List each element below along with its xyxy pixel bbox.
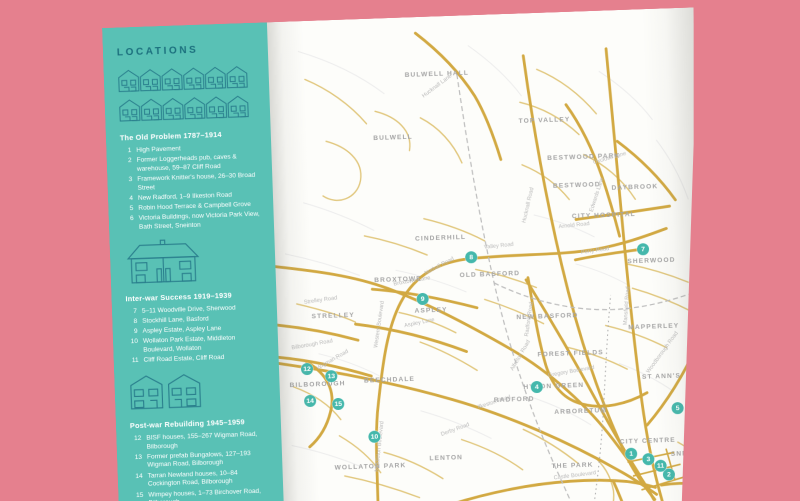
map-marker: 9 [416,293,428,305]
map-marker: 12 [301,363,313,375]
section-postwar: Post-war Rebuilding 1945–1959 12BISF hou… [130,416,271,501]
section-title: Post-war Rebuilding 1945–1959 [130,416,268,430]
map-marker: 7 [637,243,649,255]
map-area: BULWELL HALLBULWELLTOP VALLEYBESTWOOD PA… [267,7,713,501]
section-title: Inter-war Success 1919–1939 [125,289,263,303]
map-marker: 10 [368,431,380,443]
map-marker: 8 [465,251,477,263]
map-leaflet: LOCATIONS The [102,7,713,501]
section-old-problem: The Old Problem 1787–1914 1High Pavement… [120,129,261,233]
map-marker: 5 [671,402,683,414]
section-title: The Old Problem 1787–1914 [120,129,258,143]
map-marker: 3 [642,453,654,465]
section-interwar: Inter-war Success 1919–1939 75–11 Woodvi… [125,289,265,366]
postwar-houses-illustration [128,367,267,412]
map-marker: 15 [332,398,344,410]
interwar-house-illustration [123,234,263,285]
photo-background: LOCATIONS The [0,0,800,501]
panel-title: LOCATIONS [117,43,255,59]
location-list: 12BISF houses, 155–267 Wigman Road, Bilb… [130,430,271,501]
map-marker: 14 [304,395,316,407]
locations-panel: LOCATIONS The [102,22,286,501]
location-list-item: 6Victoria Buildings, now Victoria Park V… [123,211,262,233]
location-list: 75–11 Woodville Drive, Sherwood8Stockhil… [126,303,266,366]
map-marker: 6 [688,414,700,426]
marker-layer: 123456789101112131415 [267,7,713,501]
location-list: 1High Pavement2Former Loggerheads pub, c… [120,143,261,233]
map-marker: 4 [531,381,543,393]
map-marker: 1 [625,448,637,460]
terraced-houses-illustration [117,64,257,125]
map-marker: 13 [325,370,337,382]
